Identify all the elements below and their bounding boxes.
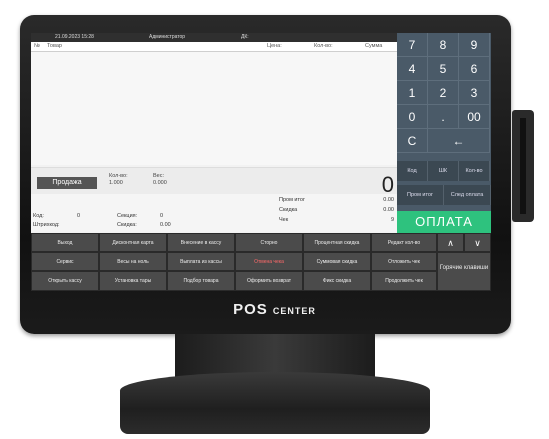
percent-discount-button[interactable]: Процентная скидка <box>303 233 371 252</box>
pay-button[interactable]: ОПЛАТА <box>397 211 491 233</box>
dk-label: ДК: <box>241 34 249 40</box>
table-header: № Товар Цена: Кол-во: Сумма <box>31 42 397 52</box>
datetime: 21.09.2023 15:28 <box>55 34 94 40</box>
discount-card-button[interactable]: Дисконтная карта <box>99 233 167 252</box>
cash-out-button[interactable]: Выплата из кассы <box>167 252 235 271</box>
chevron-up-icon[interactable]: ∧ <box>437 233 464 252</box>
scale-zero-button[interactable]: Весы на ноль <box>99 252 167 271</box>
fixed-discount-button[interactable]: Фикс скидка <box>303 271 371 291</box>
cancel-check-button[interactable]: Отмена чека <box>235 252 303 271</box>
key-7[interactable]: 7 <box>397 33 428 57</box>
col-item: Товар <box>47 43 62 49</box>
return-button[interactable]: Оформить возврат <box>235 271 303 291</box>
key-6[interactable]: 6 <box>459 57 490 81</box>
chevron-down-icon[interactable]: ∨ <box>464 233 491 252</box>
col-price: Цена: <box>267 43 282 49</box>
hotkeys-button[interactable]: Горячие клавиши <box>437 252 491 291</box>
key-00[interactable]: 00 <box>459 105 490 129</box>
logo-subtext: CENTER <box>272 306 316 316</box>
user-name: Администратор <box>149 34 186 40</box>
sale-mode-button[interactable]: Продажа <box>37 177 97 189</box>
stand-base <box>120 372 430 434</box>
open-register-button[interactable]: Открыть кассу <box>31 271 99 291</box>
numeric-keypad: 7 8 9 4 5 6 1 2 3 0 . 00 C ← Код ШК Кол-… <box>397 33 491 233</box>
col-num: № <box>34 43 40 49</box>
discount-value: 0.00 <box>160 222 171 228</box>
section-label: Секция: <box>117 213 138 219</box>
resume-check-button[interactable]: Продолжить чек <box>371 271 437 291</box>
entry-row: Продажа Кол-во: 1.000 Вес: 0.000 0 <box>31 167 397 197</box>
receipt-items-list[interactable] <box>31 52 397 165</box>
postpone-check-button[interactable]: Отложить чек <box>371 252 437 271</box>
edit-qty-button[interactable]: Редакт кол-во <box>371 233 437 252</box>
check-label: Чек <box>279 217 289 223</box>
subtotal-label: Пром итог <box>279 197 305 203</box>
storno-button[interactable]: Сторно <box>235 233 303 252</box>
qty-value: 1.000 <box>109 180 123 186</box>
tare-button[interactable]: Установка тары <box>99 271 167 291</box>
cash-in-button[interactable]: Внесение в кассу <box>167 233 235 252</box>
check-value: 9 <box>390 217 394 223</box>
subtotal-button[interactable]: Пром итог <box>397 185 444 205</box>
function-buttons: Выход Дисконтная карта Внесение в кассу … <box>31 233 437 291</box>
next-payment-button[interactable]: След оплата <box>444 185 491 205</box>
key-8[interactable]: 8 <box>428 33 459 57</box>
key-dot[interactable]: . <box>428 105 459 129</box>
backspace-icon[interactable]: ← <box>428 129 490 153</box>
key-0[interactable]: 0 <box>397 105 428 129</box>
qty-label: Кол-во: <box>109 173 128 179</box>
skidka-label: Скидка <box>279 207 298 213</box>
sum-discount-button[interactable]: Суммовая скидка <box>303 252 371 271</box>
col-qty: Кол-во: <box>314 43 333 49</box>
barcode-label: Штрихкод: <box>33 222 60 228</box>
product-select-button[interactable]: Подбор товара <box>167 271 235 291</box>
key-9[interactable]: 9 <box>459 33 490 57</box>
card-slot <box>520 118 526 214</box>
key-clear[interactable]: C <box>397 129 428 153</box>
totals-panel: Код: 0 Штрихкод: Секция: 0 Скидка: 0.00 … <box>31 194 397 232</box>
key-4[interactable]: 4 <box>397 57 428 81</box>
key-3[interactable]: 3 <box>459 81 490 105</box>
exit-button[interactable]: Выход <box>31 233 99 252</box>
discount-label: Скидка: <box>117 222 137 228</box>
brand-logo: POS CENTER <box>0 301 549 318</box>
weight-label: Вес: <box>153 173 165 179</box>
service-button[interactable]: Сервис <box>31 252 99 271</box>
code-label: Код: <box>33 213 44 219</box>
card-reader <box>512 110 534 222</box>
section-value: 0 <box>160 213 164 219</box>
weight-value: 0.000 <box>153 180 167 186</box>
col-sum: Сумма <box>365 43 383 49</box>
quantity-button[interactable]: Кол-во <box>459 161 490 181</box>
key-1[interactable]: 1 <box>397 81 428 105</box>
skidka-value: 0.00 <box>383 207 394 213</box>
status-bar: 21.09.2023 15:28 Администратор ДК: <box>31 33 397 42</box>
logo-text: POS <box>233 301 268 318</box>
code-value: 0 <box>77 213 81 219</box>
key-2[interactable]: 2 <box>428 81 459 105</box>
key-5[interactable]: 5 <box>428 57 459 81</box>
code-button[interactable]: Код <box>397 161 428 181</box>
subtotal-value: 0.00 <box>383 197 394 203</box>
pos-screen: 21.09.2023 15:28 Администратор ДК: № Тов… <box>31 33 491 291</box>
barcode-button[interactable]: ШК <box>428 161 459 181</box>
